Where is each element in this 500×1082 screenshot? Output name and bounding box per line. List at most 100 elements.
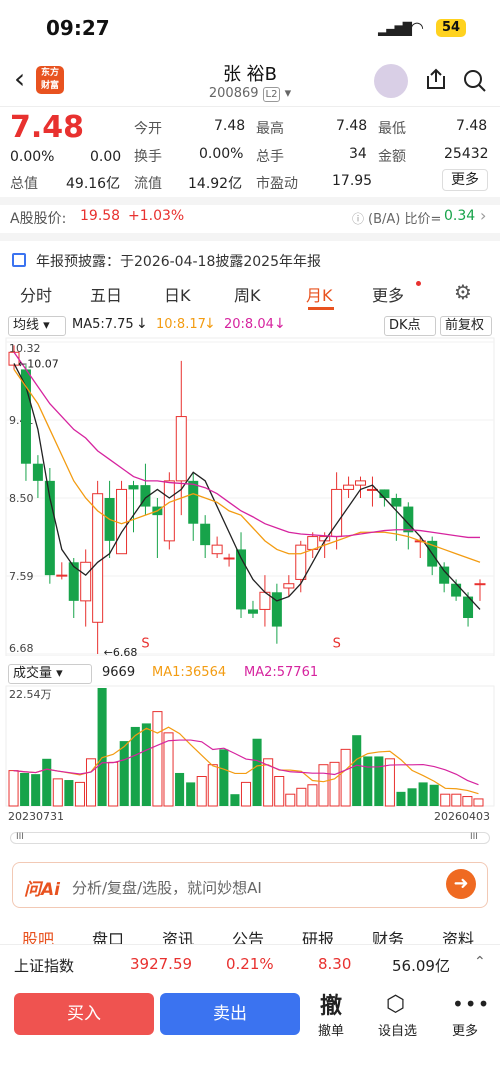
- volume-bar: [363, 756, 373, 806]
- candle-body: [271, 592, 282, 627]
- settings-icon[interactable]: ⚙: [454, 280, 472, 304]
- amount-value: 25432: [444, 146, 489, 162]
- ma-select[interactable]: 均线 ▾: [8, 316, 66, 336]
- candle-body: [68, 562, 79, 601]
- kline-chart[interactable]: 10.329.418.507.596.68←10.07←6.68SS: [0, 336, 500, 656]
- volume-bar: [207, 764, 218, 807]
- volume-bar: [186, 782, 196, 806]
- more-actions-label[interactable]: 更多: [452, 1020, 478, 1039]
- tab-intraday[interactable]: 分时: [20, 282, 52, 306]
- volume-bar: [97, 688, 107, 806]
- volume-bar: [374, 756, 384, 806]
- volume-max-label: 22.54万: [9, 688, 52, 701]
- dk-point-button[interactable]: DK点: [384, 316, 436, 336]
- ratio-value: 0.34: [444, 208, 476, 224]
- wifi-icon: ◠: [410, 18, 424, 37]
- volume-bar: [318, 764, 329, 807]
- volume-bar: [340, 748, 351, 807]
- volume-bar: [285, 793, 296, 807]
- y-tick-label: 6.68: [9, 642, 34, 655]
- volume-value: 9669: [102, 665, 136, 680]
- arrow-down-icon: ↓: [204, 316, 216, 332]
- candle-body: [391, 498, 402, 507]
- volume-bar: [473, 798, 484, 807]
- ai-placeholder[interactable]: 分析/复盘/选股，就问妙想AI: [72, 877, 262, 898]
- assistant-avatar[interactable]: [374, 64, 408, 98]
- index-pct: 0.21%: [226, 955, 274, 973]
- volume-label: 总手: [256, 149, 284, 165]
- volume-bar: [175, 772, 185, 806]
- new-dot: [416, 281, 421, 286]
- open-value: 7.48: [214, 118, 246, 134]
- more-quote-button[interactable]: 更多: [442, 169, 488, 191]
- ai-go-icon[interactable]: ➜: [446, 869, 476, 899]
- hexagon-icon[interactable]: ⬡: [386, 992, 405, 1017]
- volume-bar: [352, 735, 362, 806]
- tab-research[interactable]: 研报: [302, 926, 334, 944]
- cancel-icon[interactable]: 撤: [320, 988, 342, 1020]
- chart-scrollbar[interactable]: [10, 832, 490, 844]
- tab-daily[interactable]: 日K: [164, 282, 191, 306]
- volume-value: 34: [349, 146, 367, 162]
- volume-bar: [451, 793, 462, 807]
- sell-button[interactable]: 卖出: [160, 993, 300, 1035]
- tab-more[interactable]: 更多: [372, 282, 404, 306]
- scroll-handle-right[interactable]: III: [470, 832, 478, 842]
- tab-underline: [308, 307, 334, 310]
- vol-ma1: MA1:36564: [152, 665, 227, 680]
- ma5-label: MA5:7.75: [72, 317, 134, 332]
- turnover-label: 换手: [134, 149, 162, 165]
- tab-finance[interactable]: 财务: [372, 926, 404, 944]
- share-icon[interactable]: [424, 68, 448, 92]
- tab-announce[interactable]: 公告: [232, 926, 264, 944]
- add-watch-label[interactable]: 设自选: [378, 1020, 417, 1039]
- cancel-order-label[interactable]: 撤单: [318, 1020, 344, 1039]
- bottom-tabs: 股吧 盘口 资讯 公告 研报 财务 资料: [0, 924, 500, 944]
- scroll-handle-left[interactable]: III: [16, 832, 24, 842]
- volume-ma-line: [13, 739, 479, 786]
- volume-select[interactable]: 成交量 ▾: [8, 664, 92, 684]
- high-label: ←10.07: [18, 357, 59, 370]
- tab-5day[interactable]: 五日: [90, 282, 122, 306]
- tab-news[interactable]: 资讯: [162, 926, 194, 944]
- buy-button[interactable]: 买入: [14, 993, 154, 1035]
- more-dots-icon[interactable]: •••: [452, 992, 490, 1016]
- tab-profile[interactable]: 资料: [442, 926, 474, 944]
- tab-guba[interactable]: 股吧: [22, 926, 54, 944]
- volume-bar: [407, 788, 417, 806]
- low-label: 最低: [378, 121, 406, 137]
- chevron-right-icon[interactable]: ›: [480, 206, 486, 225]
- tab-weekly[interactable]: 周K: [234, 282, 261, 306]
- report-notice[interactable]: 年报预披露：于2026-04-18披露2025年年报: [36, 251, 321, 271]
- candle-body: [355, 480, 367, 486]
- chevron-up-icon[interactable]: ⌃: [474, 954, 486, 970]
- volume-bar: [396, 791, 406, 806]
- help-icon[interactable]: ⓘ: [352, 210, 364, 227]
- tab-monthly[interactable]: 月K: [306, 282, 333, 306]
- pe-label: 市盈动: [256, 176, 298, 192]
- pe-value: 17.95: [332, 173, 373, 189]
- volume-bar: [8, 770, 19, 807]
- index-value: 3927.59: [130, 955, 193, 973]
- ai-brand: 问Ai: [24, 880, 60, 900]
- volume-chart[interactable]: 22.54万 20230731 20260403: [0, 684, 500, 824]
- tab-pankou[interactable]: 盘口: [92, 926, 124, 944]
- date-end: 20260403: [434, 810, 490, 823]
- volume-bar: [462, 796, 473, 807]
- mcap-value: 49.16亿: [66, 176, 121, 192]
- amount-label: 金额: [378, 149, 406, 165]
- ratio-label[interactable]: (B/A) 比价=: [368, 208, 441, 227]
- candle-body: [80, 561, 92, 602]
- volume-bar: [418, 782, 428, 806]
- candle-body: [295, 544, 307, 580]
- adjust-button[interactable]: 前复权: [440, 316, 492, 336]
- search-icon[interactable]: [462, 68, 488, 94]
- volume-bar: [252, 738, 262, 806]
- ma20-label: 20:8.04: [224, 317, 274, 332]
- arrow-down-icon: ↓: [136, 316, 148, 332]
- mcap-label: 总值: [10, 176, 38, 192]
- turnover-value: 0.00%: [199, 146, 244, 162]
- volume-bar: [152, 711, 163, 807]
- ma10-line: [13, 369, 481, 563]
- ma10-label: 10:8.17: [156, 317, 206, 332]
